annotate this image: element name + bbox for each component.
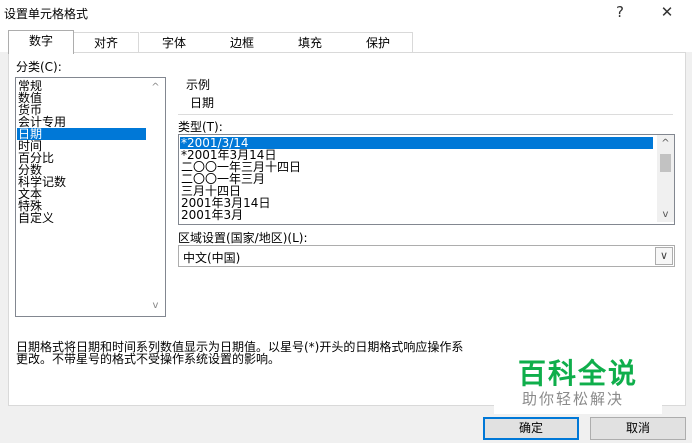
category-label: 分类(C): bbox=[16, 60, 62, 74]
dropdown-arrow-icon[interactable]: ∨ bbox=[655, 247, 673, 265]
sample-label: 示例 bbox=[186, 78, 211, 92]
tab-font[interactable]: 字体 bbox=[140, 32, 209, 53]
chevron-down-icon[interactable]: v bbox=[657, 207, 674, 223]
tab-protection[interactable]: 保护 bbox=[344, 32, 413, 53]
chevron-down-icon[interactable]: v bbox=[147, 298, 164, 314]
watermark-logo-text: 百科全说 bbox=[518, 357, 639, 390]
category-item-custom[interactable]: 自定义 bbox=[18, 212, 54, 224]
cancel-button[interactable]: 取消 bbox=[590, 417, 686, 440]
title-bar bbox=[0, 0, 692, 26]
help-button[interactable]: ? bbox=[605, 1, 635, 23]
type-item[interactable]: 2001年3月 bbox=[181, 209, 243, 221]
ok-button[interactable]: 确定 bbox=[483, 417, 579, 440]
dialog-title: 设置单元格格式 bbox=[4, 7, 89, 21]
sample-value: 日期 bbox=[190, 96, 215, 110]
category-listbox[interactable]: 常规 数值 货币 会计专用 日期 时间 百分比 分数 科学记数 文本 特殊 自定… bbox=[15, 77, 166, 317]
chevron-up-icon[interactable]: ^ bbox=[147, 80, 164, 96]
watermark-slogan: 助你轻松解决 bbox=[522, 390, 625, 408]
locale-label: 区域设置(国家/地区)(L): bbox=[178, 231, 308, 245]
tab-number[interactable]: 数字 bbox=[8, 30, 74, 54]
tab-fill[interactable]: 填充 bbox=[276, 32, 345, 53]
scrollbar-thumb[interactable] bbox=[660, 154, 671, 172]
tab-alignment[interactable]: 对齐 bbox=[74, 32, 139, 53]
type-label: 类型(T): bbox=[178, 120, 223, 134]
sample-group bbox=[178, 84, 673, 115]
close-button[interactable]: ✕ bbox=[652, 1, 682, 23]
locale-select[interactable]: 中文(中国) ∨ bbox=[178, 245, 675, 267]
locale-value: 中文(中国) bbox=[183, 251, 241, 265]
chevron-up-icon[interactable]: ^ bbox=[657, 136, 674, 152]
description-line-2: 更改。不带星号的格式不受操作系统设置的影响。 bbox=[16, 352, 281, 366]
tab-border[interactable]: 边框 bbox=[208, 32, 277, 53]
type-listbox[interactable]: *2001/3/14 *2001年3月14日 二〇〇一年三月十四日 二〇〇一年三… bbox=[178, 134, 675, 225]
